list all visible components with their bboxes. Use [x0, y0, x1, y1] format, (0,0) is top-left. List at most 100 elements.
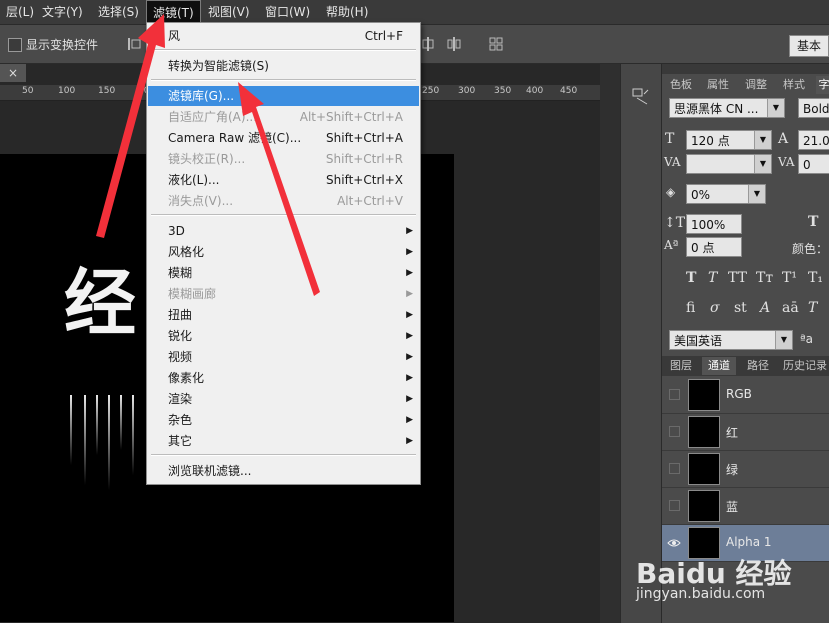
- tab-channels[interactable]: 通道: [702, 357, 736, 375]
- menu-item-video[interactable]: 视频 ▶: [148, 347, 419, 367]
- visibility-toggle[interactable]: [669, 426, 680, 437]
- horizontal-scale-icon: T: [808, 214, 819, 230]
- all-caps-icon[interactable]: TT: [728, 270, 747, 286]
- menu-item-vanishing-point[interactable]: 消失点(V)... Alt+Ctrl+V: [148, 191, 419, 211]
- filter-menu-dropdown: 风 Ctrl+F 转换为智能滤镜(S) 滤镜库(G)... 自适应广角(A)..…: [146, 22, 421, 485]
- channel-name: 红: [726, 426, 739, 440]
- workspace-button[interactable]: 基本: [789, 35, 829, 57]
- menu-item-pixelate[interactable]: 像素化 ▶: [148, 368, 419, 388]
- vertical-scale-input[interactable]: 100%: [686, 214, 742, 234]
- channel-row[interactable]: RGB: [662, 377, 829, 414]
- alternates-icon[interactable]: A: [760, 300, 770, 316]
- tab-history[interactable]: 历史记录: [780, 357, 829, 375]
- ordinals-icon[interactable]: aā: [782, 300, 799, 316]
- tab-character[interactable]: 字: [816, 76, 829, 94]
- panel-tool-strip: [620, 64, 661, 623]
- document-tab-close[interactable]: ×: [0, 64, 26, 82]
- menu-item-shortcut: Shift+Ctrl+R: [325, 152, 403, 166]
- tab-properties[interactable]: 属性: [702, 76, 734, 94]
- eye-icon[interactable]: [667, 537, 681, 549]
- tracking-input[interactable]: 0: [798, 154, 829, 174]
- channel-name: 蓝: [726, 500, 739, 514]
- channel-thumbnail: [688, 453, 720, 485]
- leading-value: 21.04: [803, 134, 829, 148]
- tab-styles[interactable]: 样式: [778, 76, 810, 94]
- color-label: 颜色：: [792, 242, 829, 256]
- small-caps-icon[interactable]: Tт: [756, 270, 773, 286]
- menu-item-sharpen[interactable]: 锐化 ▶: [148, 326, 419, 346]
- menu-item-label: 杂色: [168, 413, 193, 427]
- submenu-arrow-icon: ▶: [406, 352, 413, 362]
- menu-select[interactable]: 选择(S): [92, 0, 145, 24]
- superscript-icon[interactable]: T¹: [782, 270, 797, 286]
- paragraph-panel-icon[interactable]: [631, 86, 651, 106]
- distribute-center-icon[interactable]: [420, 36, 436, 52]
- menu-item-filter-gallery[interactable]: 滤镜库(G)...: [148, 86, 419, 106]
- menu-item-stylize[interactable]: 风格化 ▶: [148, 242, 419, 262]
- align-left-icon[interactable]: [126, 36, 142, 52]
- faux-bold-icon[interactable]: T: [686, 270, 696, 286]
- menu-item-lens-correction[interactable]: 镜头校正(R)... Shift+Ctrl+R: [148, 149, 419, 169]
- channel-row[interactable]: 绿: [662, 451, 829, 488]
- menu-item-browse-online-filters[interactable]: 浏览联机滤镜...: [148, 461, 419, 481]
- fractions-icon[interactable]: T: [808, 300, 817, 316]
- menu-window[interactable]: 窗口(W): [259, 0, 316, 24]
- menu-item-noise[interactable]: 杂色 ▶: [148, 410, 419, 430]
- menu-item-camera-raw[interactable]: Camera Raw 滤镜(C)... Shift+Ctrl+A: [148, 128, 419, 148]
- swash-icon[interactable]: st: [734, 300, 747, 316]
- chevron-down-icon: ▼: [748, 185, 765, 203]
- drip-effect: [70, 395, 72, 465]
- leading-icon: A: [778, 131, 789, 147]
- menu-item-label: 扭曲: [168, 308, 193, 322]
- submenu-arrow-icon: ▶: [406, 331, 413, 341]
- menu-item-distort[interactable]: 扭曲 ▶: [148, 305, 419, 325]
- faux-italic-icon[interactable]: T: [708, 270, 717, 286]
- tsume-input[interactable]: 0% ▼: [686, 184, 766, 204]
- old-style-icon[interactable]: σ: [710, 300, 720, 316]
- visibility-toggle[interactable]: [669, 389, 680, 400]
- menu-item-adaptive-wide-angle[interactable]: 自适应广角(A)... Alt+Shift+Ctrl+A: [148, 107, 419, 127]
- tab-swatches[interactable]: 色板: [666, 76, 696, 94]
- show-transform-label: 显示变换控件: [26, 38, 99, 52]
- auto-align-icon[interactable]: [488, 36, 504, 52]
- language-select[interactable]: 美国英语 ▼: [669, 330, 793, 350]
- submenu-arrow-icon: ▶: [406, 310, 413, 320]
- menu-layer[interactable]: 层(L): [0, 0, 40, 24]
- menu-item-3d[interactable]: 3D ▶: [148, 221, 419, 241]
- font-size-icon: T: [665, 131, 675, 147]
- visibility-toggle[interactable]: [669, 463, 680, 474]
- tab-layers[interactable]: 图层: [666, 357, 696, 375]
- menu-item-blur-gallery[interactable]: 模糊画廊 ▶: [148, 284, 419, 304]
- font-size-input[interactable]: 120 点 ▼: [686, 130, 772, 150]
- drip-effect: [108, 395, 110, 490]
- baseline-shift-input[interactable]: 0 点: [686, 237, 742, 257]
- menu-item-blur[interactable]: 模糊 ▶: [148, 263, 419, 283]
- menu-item-convert-smart-filter[interactable]: 转换为智能滤镜(S): [148, 56, 419, 76]
- baseline-shift-value: 0 点: [691, 241, 715, 255]
- tab-adjustments[interactable]: 调整: [740, 76, 772, 94]
- tab-paths[interactable]: 路径: [742, 357, 774, 375]
- menu-help[interactable]: 帮助(H): [320, 0, 374, 24]
- leading-input[interactable]: 21.04: [798, 130, 829, 150]
- visibility-toggle[interactable]: [669, 500, 680, 511]
- channel-row[interactable]: 红: [662, 414, 829, 451]
- menu-item-wind[interactable]: 风 Ctrl+F: [148, 26, 419, 46]
- menu-type[interactable]: 文字(Y): [36, 0, 89, 24]
- watermark-url: jingyan.baidu.com: [636, 586, 766, 602]
- menu-view[interactable]: 视图(V): [202, 0, 256, 24]
- ruler-label: 50: [22, 86, 34, 96]
- character-channels-panel: 色板 属性 调整 样式 字 思源黑体 CN ... ▼ Bold T 120 点…: [661, 64, 829, 623]
- menu-filter[interactable]: 滤镜(T): [146, 0, 201, 24]
- font-family-select[interactable]: 思源黑体 CN ... ▼: [669, 98, 785, 118]
- channel-row[interactable]: 蓝: [662, 488, 829, 525]
- kerning-input[interactable]: ▼: [686, 154, 772, 174]
- font-style-select[interactable]: Bold: [798, 98, 829, 118]
- ligature-icon[interactable]: ﬁ: [686, 300, 695, 316]
- subscript-icon[interactable]: T₁: [808, 270, 823, 286]
- menu-item-other[interactable]: 其它 ▶: [148, 431, 419, 451]
- menu-item-render[interactable]: 渲染 ▶: [148, 389, 419, 409]
- show-transform-checkbox[interactable]: [8, 38, 22, 52]
- menu-item-liquify[interactable]: 液化(L)... Shift+Ctrl+X: [148, 170, 419, 190]
- vertical-scrollbar[interactable]: [600, 64, 620, 623]
- distribute-right-icon[interactable]: [446, 36, 462, 52]
